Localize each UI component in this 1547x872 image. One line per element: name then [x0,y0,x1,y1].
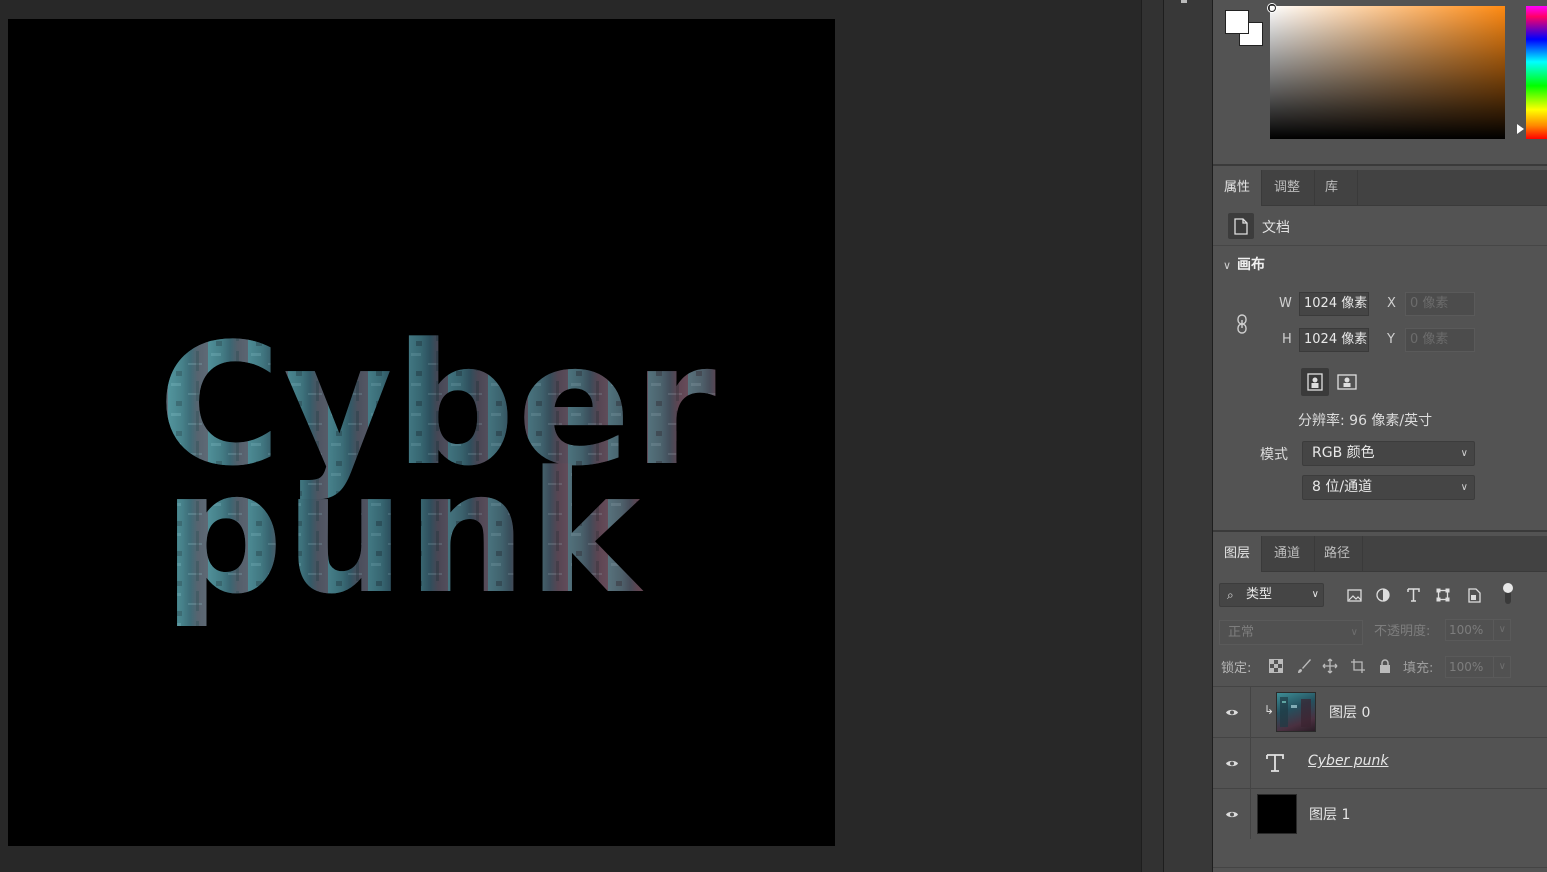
height-field[interactable]: 1024 像素 [1299,328,1369,352]
properties-panel: 属性 调整 库 文档 ∨ 画布 W 1024 像素 X 0 像素 H 1024 像… [1213,170,1547,532]
tab-separator [1357,170,1358,206]
smart-object-filter-icon[interactable] [1463,584,1485,606]
layer-name: 图层 1 [1309,807,1351,823]
opacity-value: 100% [1449,623,1484,637]
tab-separator [1362,536,1363,572]
layers-panel-footer [1213,867,1547,872]
tab-channels[interactable]: 通道 [1263,536,1311,572]
divider [1493,620,1494,640]
document-canvas[interactable]: Cyber Cyber punk punk [8,19,835,846]
y-label: Y [1387,332,1395,347]
width-field[interactable]: 1024 像素 [1299,292,1369,316]
link-proportions-icon[interactable] [1235,314,1249,334]
bit-depth-value: 8 位/通道 [1312,479,1373,495]
fill-label: 填充: [1403,661,1434,676]
search-icon: ⌕ [1227,588,1234,602]
opacity-label: 不透明度: [1374,624,1431,639]
layer-thumbnail [1276,692,1316,732]
lock-artboard-crop-icon[interactable] [1348,656,1368,676]
divider [1493,657,1494,677]
fill-value: 100% [1449,660,1484,674]
collapsed-panel-dock [1141,0,1163,872]
opacity-field: 100% ∨ [1445,619,1511,641]
adjustment-layer-filter-icon[interactable] [1372,584,1394,606]
blend-mode-dropdown: 正常 ∨ [1219,620,1363,645]
blend-mode-value: 正常 [1228,625,1255,640]
toggle-knob [1503,583,1513,593]
layer-row[interactable]: 图层 1 [1213,788,1547,839]
document-type-row: 文档 [1213,206,1547,246]
right-panels: 属性 调整 库 文档 ∨ 画布 W 1024 像素 X 0 像素 H 1024 像… [1213,0,1547,872]
layer-thumbnail [1257,794,1297,834]
color-field-marker[interactable] [1268,4,1276,12]
chevron-down-icon: ∨ [1311,589,1319,600]
visibility-eye-icon[interactable] [1213,789,1251,839]
y-field: 0 像素 [1405,328,1475,352]
tab-properties[interactable]: 属性 [1213,170,1262,206]
width-label: W [1279,296,1292,311]
resolution-text: 分辨率: 96 像素/英寸 [1298,413,1433,429]
visibility-eye-icon[interactable] [1213,687,1251,737]
text-layer-type-icon [1265,752,1287,774]
color-panel [1213,0,1547,166]
canvas-artwork: Cyber Cyber punk punk [158,307,716,631]
shape-layer-filter-icon[interactable] [1432,584,1454,606]
tab-separator [1261,536,1262,572]
chevron-down-icon: ∨ [1460,448,1468,459]
layer-name: Cyber punk [1308,753,1389,769]
tab-libraries[interactable]: 库 [1314,170,1349,206]
tab-separator [1261,170,1262,206]
x-field: 0 像素 [1405,292,1475,316]
lock-position-move-icon[interactable] [1320,656,1340,676]
document-label: 文档 [1262,220,1290,236]
landscape-orientation-button[interactable] [1333,368,1361,396]
lock-all-icon[interactable] [1375,656,1395,676]
tab-adjustments[interactable]: 调整 [1263,170,1311,206]
chevron-down-icon[interactable]: ∨ [1223,259,1237,272]
lock-pixels-brush-icon[interactable] [1294,656,1314,676]
visibility-eye-icon[interactable] [1213,738,1251,788]
filter-toggle-switch[interactable] [1503,583,1513,605]
height-label: H [1282,332,1292,347]
bit-depth-dropdown[interactable]: 8 位/通道 ∨ [1302,475,1475,500]
color-mode-dropdown[interactable]: RGB 颜色 ∨ [1302,441,1475,466]
lock-transparency-icon[interactable] [1266,656,1286,676]
tab-layers[interactable]: 图层 [1213,536,1262,572]
color-field[interactable] [1270,6,1505,139]
canvas-section-header[interactable]: ∨ 画布 [1223,254,1265,274]
chevron-down-icon: ∨ [1460,482,1468,493]
portrait-orientation-button[interactable] [1301,368,1329,396]
properties-tabbar: 属性 调整 库 [1213,170,1547,206]
layer-row[interactable]: Cyber punk [1213,737,1547,788]
foreground-color-swatch[interactable] [1225,10,1249,34]
chevron-down-icon: ∨ [1498,624,1506,635]
panel-icon-dock [1163,0,1213,872]
hue-slider[interactable] [1526,6,1547,139]
x-label: X [1387,296,1396,311]
clipping-arrow-icon: ↳ [1264,703,1275,717]
tab-paths[interactable]: 路径 [1313,536,1361,572]
chevron-down-icon: ∨ [1498,661,1506,672]
layers-panel: 图层 通道 路径 ⌕ 类型 ∨ 正常 ∨ 不透明度: 100% ∨ 锁定: 填充… [1213,536,1547,872]
layers-tabbar: 图层 通道 路径 [1213,536,1547,572]
color-mode-value: RGB 颜色 [1312,445,1375,461]
dock-handle[interactable] [1181,0,1187,3]
document-icon [1228,213,1254,239]
chevron-down-icon: ∨ [1350,627,1358,638]
layer-name: 图层 0 [1329,705,1371,721]
layer-row[interactable]: ↳ 图层 0 [1213,686,1547,737]
canvas-text-line-2-texture: punk [163,435,643,631]
type-layer-filter-icon[interactable] [1402,584,1424,606]
pixel-layer-filter-icon[interactable] [1343,584,1365,606]
hue-slider-marker[interactable] [1517,124,1524,134]
document-workspace: Cyber Cyber punk punk [0,0,1141,872]
canvas-section-title: 画布 [1237,257,1265,273]
mode-label: 模式 [1260,447,1288,463]
layer-filter-value: 类型 [1246,587,1273,602]
layer-filter-dropdown[interactable]: ⌕ 类型 ∨ [1219,583,1324,607]
lock-label: 锁定: [1221,661,1252,676]
fill-field: 100% ∨ [1445,656,1511,678]
